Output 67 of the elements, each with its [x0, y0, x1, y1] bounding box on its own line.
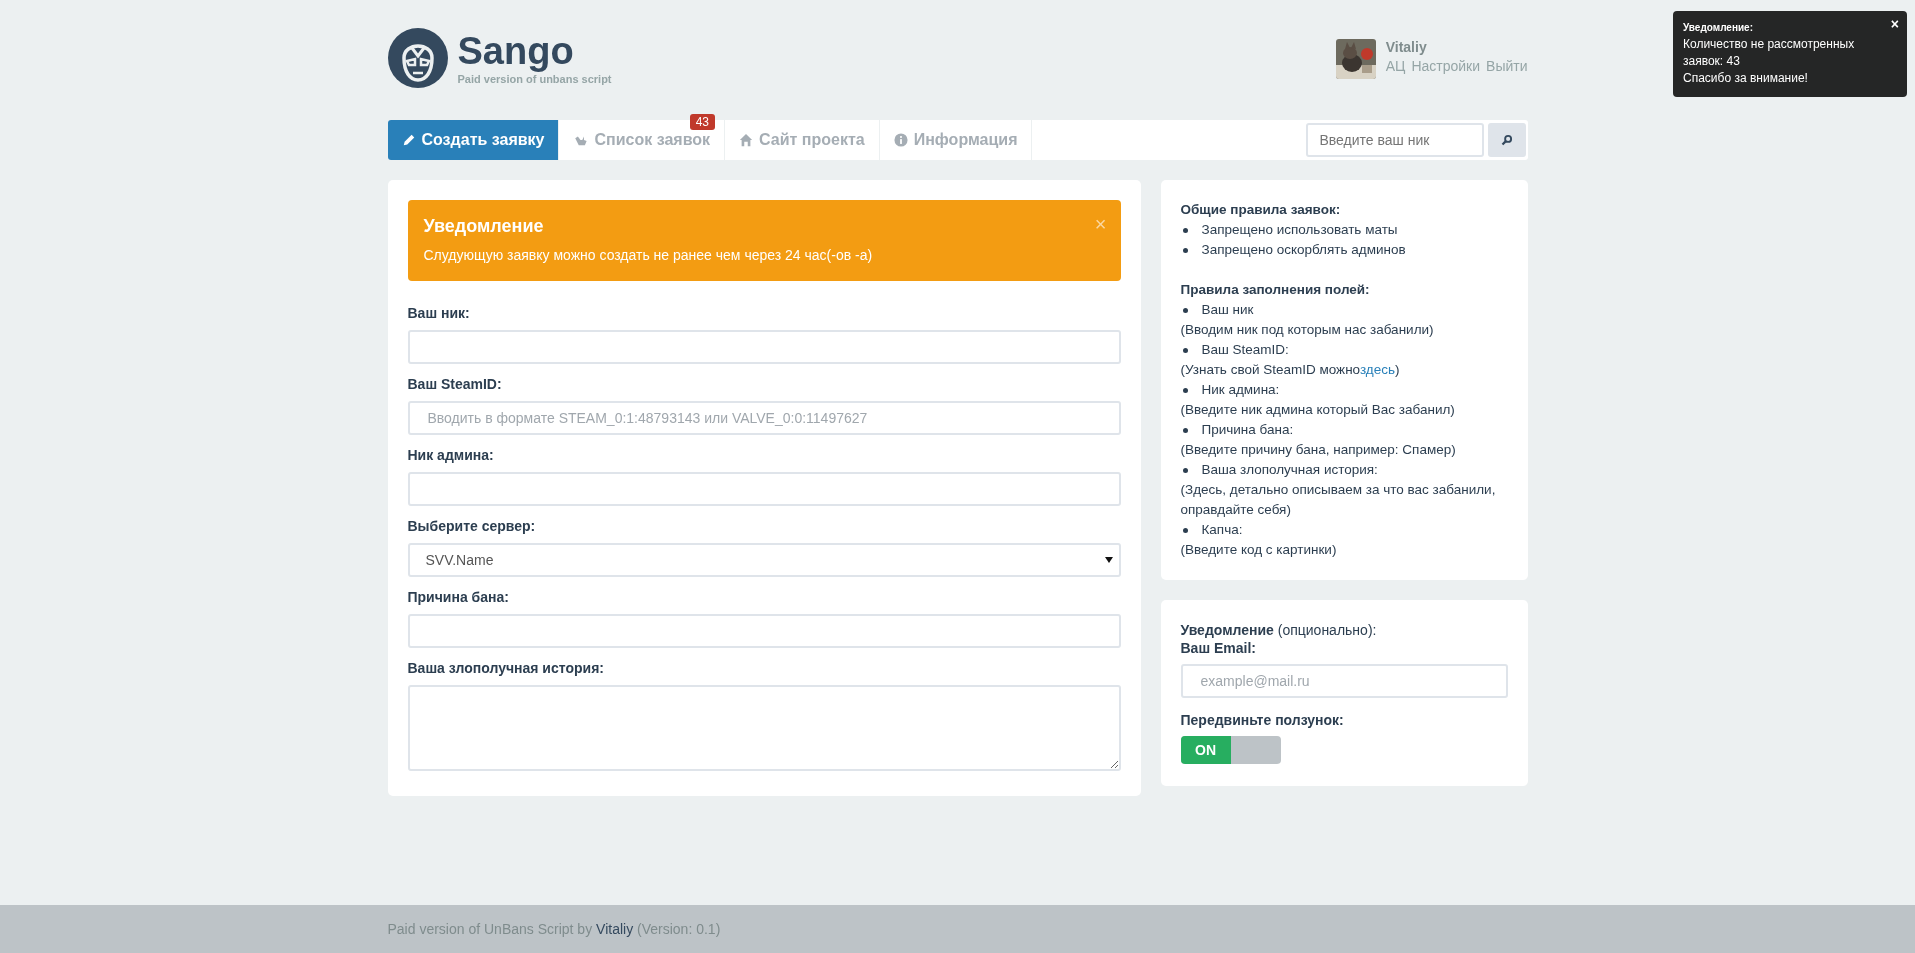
- pencil-icon: [401, 133, 416, 147]
- site-tagline: Paid version of unbans script: [457, 73, 612, 85]
- search-field[interactable]: Введите ваш ник: [1305, 123, 1484, 157]
- user-link[interactable]: АЦ: [1385, 58, 1406, 74]
- rule-item: Запрещено оскорблять админов: [1180, 240, 1508, 260]
- bullet-icon: [1182, 467, 1188, 473]
- footer-text: Paid version of UnBans Script by Vitaliy (Version: 0.1): [387, 921, 722, 937]
- bullet-icon: [1182, 247, 1188, 253]
- search-icon: [1500, 134, 1513, 146]
- rule-note: (Здесь, детально описываем за что вас забанили, оправдайте себя): [1180, 481, 1497, 519]
- info-icon: [893, 133, 908, 147]
- home-icon: [739, 133, 754, 147]
- field-label: Ник админа:: [407, 447, 495, 463]
- field-label: Ваша злополучная история:: [407, 660, 605, 676]
- close-button[interactable]: ×: [1094, 214, 1107, 234]
- notification-heading: Уведомление (опционально):: [1180, 621, 1378, 640]
- input-field[interactable]: [407, 472, 1121, 506]
- input-field[interactable]: [407, 330, 1121, 364]
- bullet-icon: [1182, 227, 1188, 233]
- field-label: Передвиньте ползунок:: [1180, 712, 1345, 728]
- mask-logo-icon: [387, 28, 448, 88]
- bullet-icon: [1182, 307, 1188, 313]
- rule-item: Ваша злополучная история:: [1180, 460, 1508, 480]
- field-label: Выберите сервер:: [407, 518, 537, 534]
- count-badge: 43: [689, 114, 716, 130]
- rule-item: Ваш ник: [1180, 300, 1508, 320]
- search-button[interactable]: [1487, 123, 1526, 157]
- rule-item: Ник админа:: [1180, 380, 1508, 400]
- dropdown-caret-icon: [1104, 557, 1113, 563]
- input-field[interactable]: [407, 614, 1121, 648]
- site-title: Sango: [457, 31, 575, 71]
- field-label: Причина бана:: [407, 589, 510, 605]
- user-link[interactable]: Выйти: [1486, 58, 1528, 74]
- story-textarea[interactable]: [407, 685, 1121, 771]
- rules-heading: Общие правила заявок:: [1180, 201, 1342, 219]
- rule-note: (Введите ник админа который Вас забанил): [1180, 401, 1456, 419]
- bullet-icon: [1182, 527, 1188, 533]
- server-dropdown[interactable]: SVV.Name: [407, 543, 1121, 577]
- toast-message: Количество не рассмотренных заявок: 43: [1683, 36, 1856, 70]
- steamid-link[interactable]: здесь: [1359, 362, 1396, 377]
- rule-item: Причина бана:: [1180, 420, 1508, 440]
- rule-item: Ваш SteamID:: [1180, 340, 1508, 360]
- email-field[interactable]: example@mail.ru: [1180, 664, 1508, 698]
- alert-title: Уведомление: [423, 216, 544, 237]
- rule-note: (Вводим ник под которым нас забанили): [1180, 321, 1435, 339]
- bullet-icon: [1182, 387, 1188, 393]
- user-name[interactable]: Vitaliy: [1385, 39, 1528, 55]
- bullet-icon: [1182, 347, 1188, 353]
- rules-heading: Правила заполнения полей:: [1180, 281, 1371, 299]
- field-label: Ваш Email:: [1180, 640, 1257, 656]
- author-link[interactable]: Vitaliy: [596, 921, 634, 937]
- close-button[interactable]: ×: [1890, 17, 1899, 31]
- input-field[interactable]: Вводить в формате STEAM_0:1:48793143 или VALVE_0:0:11497627: [407, 401, 1121, 435]
- rule-note: (Узнать свой SteamID можноздесь): [1180, 361, 1401, 379]
- rule-item: Запрещено использовать маты: [1180, 220, 1508, 240]
- toast-title: Уведомление:: [1683, 21, 1753, 35]
- toggle-switch[interactable]: ON: [1180, 736, 1281, 764]
- toast-message: Спасибо за внимание!: [1683, 70, 1809, 87]
- nav-tab[interactable]: Создать заявку: [387, 120, 560, 160]
- user-link[interactable]: Настройки: [1411, 58, 1481, 74]
- rule-note: (Введите причину бана, например: Спамер): [1180, 441, 1457, 459]
- bullet-icon: [1182, 427, 1188, 433]
- alert-message: Слудующую заявку можно создать не ранее чем через 24 час(-ов -а): [423, 247, 874, 263]
- rule-note: (Введите код с картинки): [1180, 541, 1338, 559]
- rule-item: Капча:: [1180, 520, 1508, 540]
- field-label: Ваш ник:: [407, 305, 471, 321]
- field-label: Ваш SteamID:: [407, 376, 503, 392]
